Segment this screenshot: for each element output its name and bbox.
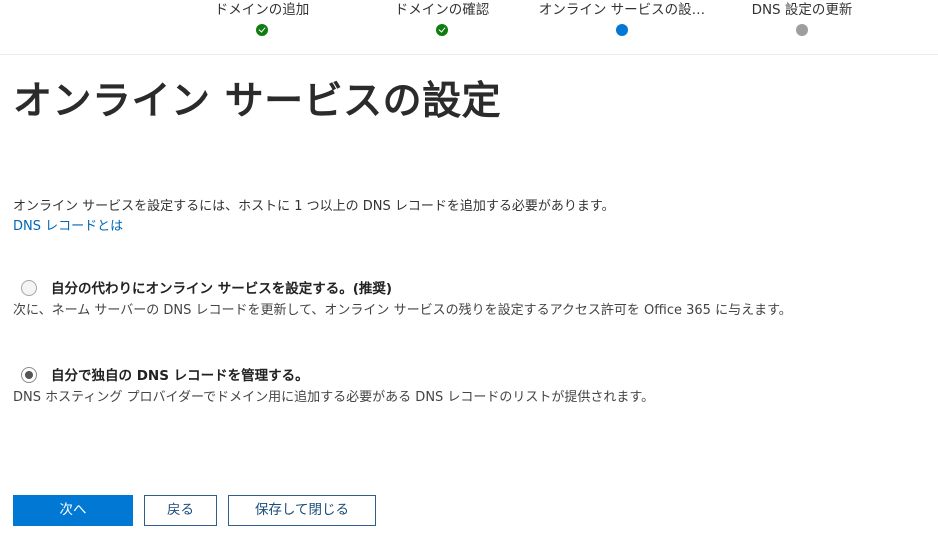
back-button[interactable]: 戻る (144, 495, 217, 526)
next-button[interactable]: 次へ (13, 495, 133, 526)
save-and-close-button[interactable]: 保存して閉じる (228, 495, 376, 526)
option-label[interactable]: 自分で独自の DNS レコードを管理する。 (51, 365, 309, 387)
step-setup-online-services: オンライン サービスの設… (530, 0, 714, 54)
page-description: オンライン サービスを設定するには、ホストに 1 つ以上の DNS レコードを追… (13, 199, 615, 214)
option-row[interactable]: 自分で独自の DNS レコードを管理する。 (13, 365, 928, 387)
progress-stepper: ドメインの追加 ドメインの確認 オンライン サービスの設… DNS 設定の更新 (0, 0, 938, 55)
option-manage-own-dns: 自分で独自の DNS レコードを管理する。 DNS ホスティング プロバイダーで… (13, 365, 928, 405)
step-pending-dot-icon (796, 24, 808, 36)
setup-for-me-radio[interactable] (21, 280, 37, 296)
option-description: 次に、ネーム サーバーの DNS レコードを更新して、オンライン サービスの残り… (13, 303, 792, 318)
option-description: DNS ホスティング プロバイダーでドメイン用に追加する必要がある DNS レコ… (13, 390, 655, 405)
step-complete-check-icon (436, 24, 448, 36)
step-label: オンライン サービスの設… (538, 2, 706, 18)
what-are-dns-records-link[interactable]: DNS レコードとは (13, 218, 123, 236)
option-setup-for-me: 自分の代わりにオンライン サービスを設定する。(推奨) 次に、ネーム サーバーの… (13, 278, 928, 318)
step-label: DNS 設定の更新 (751, 2, 853, 18)
step-add-domain: ドメインの追加 (196, 0, 328, 54)
step-update-dns: DNS 設定の更新 (738, 0, 866, 54)
step-label: ドメインの追加 (214, 2, 310, 18)
step-complete-check-icon (256, 24, 268, 36)
option-label[interactable]: 自分の代わりにオンライン サービスを設定する。(推奨) (51, 278, 392, 300)
step-verify-domain: ドメインの確認 (376, 0, 508, 54)
page-title: オンライン サービスの設定 (13, 79, 502, 124)
manage-own-dns-radio[interactable] (21, 367, 37, 383)
option-row[interactable]: 自分の代わりにオンライン サービスを設定する。(推奨) (13, 278, 928, 300)
setup-wizard-page: ドメインの追加 ドメインの確認 オンライン サービスの設… DNS 設定の更新 … (0, 0, 938, 550)
step-label: ドメインの確認 (394, 2, 490, 18)
step-current-dot-icon (616, 24, 628, 36)
